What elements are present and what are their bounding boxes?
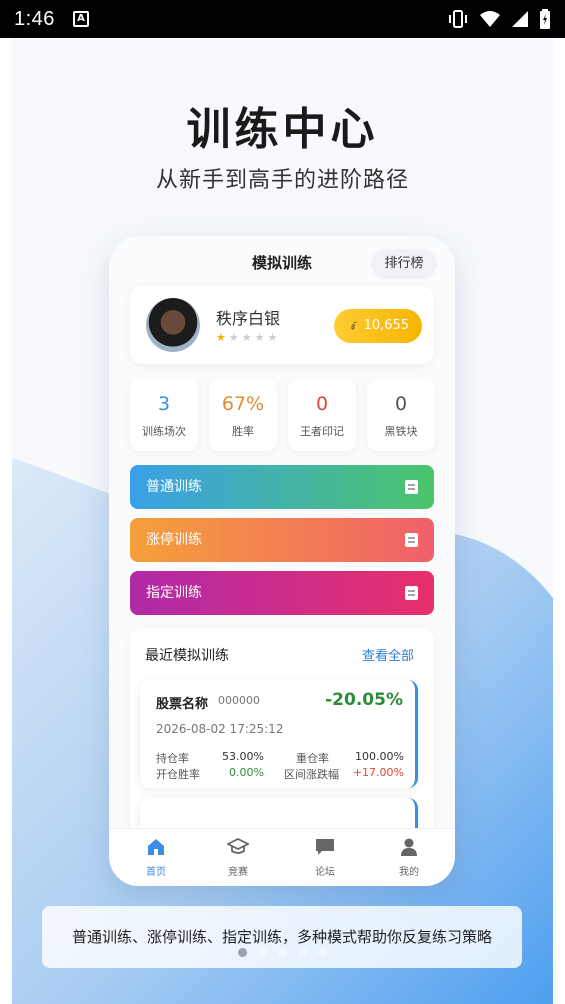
stock-change: -20.05% xyxy=(325,690,403,710)
limit-up-training-button[interactable]: 涨停训练 xyxy=(130,518,434,562)
pager-dot[interactable] xyxy=(278,948,287,957)
avatar[interactable] xyxy=(146,298,200,352)
signal-icon xyxy=(512,11,528,27)
stat-king-mark: 0 王者印记 xyxy=(288,379,356,451)
vibrate-icon xyxy=(449,10,467,28)
training-record-card[interactable]: 股票名称 000000 -20.05% 2026-08-02 17:25:12 … xyxy=(140,680,418,788)
pager-dot[interactable] xyxy=(238,948,247,957)
status-bar: 1:46 A xyxy=(0,0,565,38)
pager-dot[interactable] xyxy=(258,948,267,957)
section-title: 最近模拟训练 xyxy=(145,648,229,664)
stat-win-rate: 67% 胜率 xyxy=(209,379,277,451)
star-rating: ★★★★★ xyxy=(216,331,280,344)
hero-subtitle: 从新手到高手的进阶路径 xyxy=(155,168,409,193)
stock-code: 000000 xyxy=(218,694,260,707)
phone-mockup: 模拟训练 排行榜 秩序白银 ★★★★★ 💰 10,655 3 训练场次 67% 胜… xyxy=(109,236,455,886)
tab-competition[interactable]: 竞赛 xyxy=(208,837,268,878)
stat-training-count: 3 训练场次 xyxy=(130,379,198,451)
phone-header: 模拟训练 排行榜 xyxy=(109,236,455,286)
tab-label: 首页 xyxy=(146,867,166,878)
home-icon xyxy=(148,839,164,855)
stat-value: 67% xyxy=(221,393,265,415)
star-icon: ★ xyxy=(267,331,281,344)
stat-iron-block: 0 黑铁块 xyxy=(367,379,435,451)
tab-home[interactable]: 首页 xyxy=(126,837,186,878)
stat-value: 3 xyxy=(157,393,171,415)
app-content: 训练中心 从新手到高手的进阶路径 模拟训练 排行榜 秩序白银 ★★★★★ 💰 10… xyxy=(12,38,553,1004)
bottom-tab-bar: 首页 竞赛 论坛 我的 xyxy=(109,828,455,886)
view-all-link[interactable]: 查看全部 xyxy=(362,645,414,664)
record-time: 2026-08-02 17:25:12 xyxy=(156,722,284,736)
tab-me[interactable]: 我的 xyxy=(379,837,439,878)
document-icon xyxy=(405,480,418,494)
mode-label: 普通训练 xyxy=(146,479,202,495)
stat-label: 王者印记 xyxy=(300,425,344,438)
normal-training-button[interactable]: 普通训练 xyxy=(130,465,434,509)
user-card[interactable]: 秩序白银 ★★★★★ 💰 10,655 xyxy=(130,286,434,364)
leaderboard-button[interactable]: 排行榜 xyxy=(371,249,437,279)
metric-value: +17.00% xyxy=(352,766,404,779)
metric-value: 100.00% xyxy=(355,750,404,763)
hero-title: 训练中心 xyxy=(186,104,379,155)
pager-dot[interactable] xyxy=(318,948,327,957)
chat-icon xyxy=(316,839,334,855)
stat-label: 胜率 xyxy=(232,425,254,438)
designated-training-button[interactable]: 指定训练 xyxy=(130,571,434,615)
stat-value: 0 xyxy=(315,393,329,415)
document-icon xyxy=(405,586,418,600)
metric-value: 0.00% xyxy=(229,766,264,779)
pager-dots xyxy=(12,948,553,957)
metric-label: 重仓率 xyxy=(296,752,329,765)
feature-description-banner: 普通训练、涨停训练、指定训练，多种模式帮助你反复练习策略 xyxy=(42,906,522,968)
stat-label: 训练场次 xyxy=(142,425,186,438)
star-icon: ★ xyxy=(228,331,242,344)
graduation-cap-icon xyxy=(227,837,249,854)
stat-value: 0 xyxy=(394,393,408,415)
user-rank-name: 秩序白银 xyxy=(216,309,281,328)
metric-label: 持仓率 xyxy=(156,752,189,765)
money-bag-icon: 💰 xyxy=(346,319,361,332)
wifi-icon xyxy=(480,11,500,27)
notification-a-icon: A xyxy=(72,11,89,27)
stock-name: 股票名称 xyxy=(156,697,209,712)
coin-amount: 10,655 xyxy=(363,318,410,333)
metric-label: 区间涨跌幅 xyxy=(284,768,339,781)
stat-label: 黑铁块 xyxy=(384,425,418,438)
star-icon: ★ xyxy=(254,331,268,344)
document-icon xyxy=(405,533,418,547)
status-icons xyxy=(447,9,551,29)
coin-balance-badge[interactable]: 💰 10,655 xyxy=(334,309,422,343)
mode-label: 涨停训练 xyxy=(146,532,202,548)
mode-label: 指定训练 xyxy=(146,585,202,601)
star-icon: ★ xyxy=(216,331,229,344)
pager-dot[interactable] xyxy=(298,948,307,957)
tab-label: 论坛 xyxy=(315,867,335,878)
person-icon xyxy=(401,838,417,856)
tab-label: 竞赛 xyxy=(228,867,248,878)
tab-forum[interactable]: 论坛 xyxy=(295,837,355,878)
status-time: 1:46 xyxy=(14,7,55,30)
battery-icon xyxy=(540,9,550,29)
tab-label: 我的 xyxy=(399,867,419,878)
metric-label: 开仓胜率 xyxy=(156,768,200,781)
star-icon: ★ xyxy=(241,331,255,344)
metric-value: 53.00% xyxy=(222,750,264,763)
screen: 1:46 A 训练中心 从新手到高手的进阶路径 模拟训练 排行榜 秩序白银 ★★… xyxy=(0,0,565,1004)
